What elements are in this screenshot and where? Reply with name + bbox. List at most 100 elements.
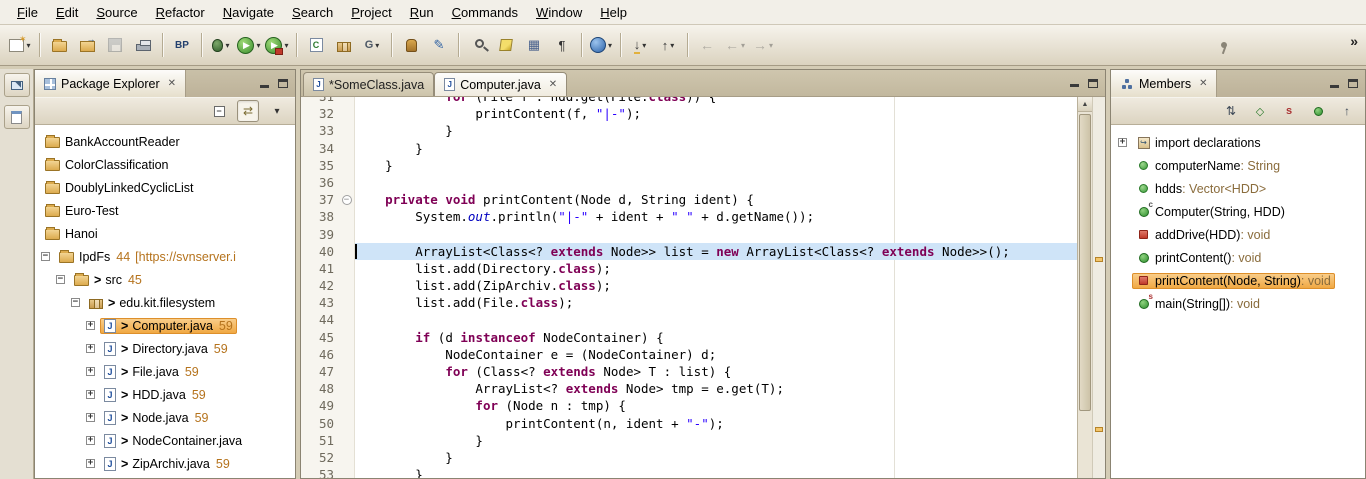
editor-scrollbar[interactable]: ▲ (1077, 97, 1092, 478)
scrollbar-up-arrow[interactable]: ▲ (1078, 97, 1092, 112)
marker-margin[interactable] (301, 380, 309, 397)
code-line[interactable]: 38 System.out.println("|-" + ident + " "… (301, 208, 1077, 225)
marker-margin[interactable] (301, 243, 309, 260)
marker-margin[interactable] (301, 329, 309, 346)
close-icon[interactable]: ✕ (549, 79, 557, 90)
view-menu-button[interactable] (266, 100, 288, 122)
member-item[interactable]: addDrive(HDD) : void (1111, 223, 1365, 246)
code-line[interactable]: 46 NodeContainer e = (NodeContainer) d; (301, 346, 1077, 363)
menu-run[interactable]: Run (401, 1, 443, 23)
dropdown-arrow-icon[interactable]: ▾ (741, 41, 745, 50)
dropdown-arrow-icon[interactable]: ▾ (769, 41, 773, 50)
expander-minus-icon[interactable]: − (71, 298, 80, 307)
pin-editor-button[interactable] (1211, 31, 1237, 59)
toolbar-overflow-chevron[interactable]: » (1350, 33, 1358, 49)
marker-margin[interactable] (301, 432, 309, 449)
editor-tab-computerjava[interactable]: Computer.java✕ (434, 72, 567, 96)
menu-search[interactable]: Search (283, 1, 342, 23)
expander-minus-icon[interactable]: − (56, 275, 65, 284)
dropdown-arrow-icon[interactable]: ▾ (225, 41, 229, 50)
scrollbar-thumb[interactable] (1079, 114, 1091, 411)
code-line[interactable]: 42 list.add(ZipArchiv.class); (301, 277, 1077, 294)
code-line[interactable]: 52 } (301, 449, 1077, 466)
maximize-icon[interactable] (278, 79, 288, 88)
dropdown-arrow-icon[interactable]: ▾ (26, 41, 30, 50)
members-tab[interactable]: Members ✕ (1111, 70, 1217, 97)
tree-item[interactable]: −>src45 (35, 268, 295, 291)
tree-item[interactable]: DoublyLinkedCyclicList (35, 176, 295, 199)
dropdown-arrow-icon[interactable]: ▾ (284, 41, 288, 50)
menu-project[interactable]: Project (342, 1, 400, 23)
collapse-all-button[interactable] (208, 100, 230, 122)
marker-margin[interactable] (301, 466, 309, 478)
code-line[interactable]: 41 list.add(Directory.class); (301, 260, 1077, 277)
code-text[interactable]: for (Class<? extends Node> T : list) { (355, 363, 1077, 380)
expander-plus-icon[interactable]: + (1118, 138, 1127, 147)
expander-plus-icon[interactable]: + (86, 436, 95, 445)
code-text[interactable]: NodeContainer e = (NodeContainer) d; (355, 346, 1077, 363)
marker-margin[interactable] (301, 157, 309, 174)
member-item[interactable]: +import declarations (1111, 131, 1365, 154)
restore-views-button[interactable] (4, 73, 30, 97)
tree-item[interactable]: +>Directory.java59 (35, 337, 295, 360)
tree-item[interactable]: BankAccountReader (35, 130, 295, 153)
mark-occurrences-button[interactable] (493, 31, 519, 59)
tree-item[interactable]: Hanoi (35, 222, 295, 245)
code-line[interactable]: 37− private void printContent(Node d, St… (301, 191, 1077, 208)
code-text[interactable]: ArrayList<? extends Node> tmp = e.get(T)… (355, 380, 1077, 397)
tree-item[interactable]: +>File.java59 (35, 360, 295, 383)
annotation-mark[interactable] (1095, 257, 1103, 262)
close-icon[interactable]: ✕ (168, 78, 176, 89)
dropdown-arrow-icon[interactable]: ▾ (375, 41, 379, 50)
new-folder-button[interactable] (46, 31, 72, 59)
code-text[interactable] (355, 311, 1077, 328)
show-table-button[interactable] (521, 31, 547, 59)
code-line[interactable]: 40 ArrayList<Class<? extends Node>> list… (301, 243, 1077, 260)
tree-item[interactable]: Euro-Test (35, 199, 295, 222)
member-item[interactable]: Computer(String, HDD) (1111, 200, 1365, 223)
link-with-editor-button[interactable] (237, 100, 259, 122)
new-java-package-button[interactable] (331, 31, 357, 59)
menu-source[interactable]: Source (87, 1, 146, 23)
marker-margin[interactable] (301, 415, 309, 432)
marker-margin[interactable] (301, 363, 309, 380)
fold-minus-icon[interactable]: − (342, 195, 352, 205)
member-item[interactable]: printContent(Node, String) : void (1111, 269, 1365, 292)
run-button[interactable]: ▾ (236, 31, 262, 59)
marker-margin[interactable] (301, 105, 309, 122)
menu-window[interactable]: Window (527, 1, 591, 23)
code-line[interactable]: 49 for (Node n : tmp) { (301, 397, 1077, 414)
minimize-icon[interactable] (1330, 79, 1340, 89)
tree-item[interactable]: −IpdFs44[https://svnserver.i (35, 245, 295, 268)
expander-minus-icon[interactable]: − (41, 252, 50, 261)
dropdown-arrow-icon[interactable]: ▾ (642, 41, 646, 50)
debug-button[interactable]: ▾ (208, 31, 234, 59)
code-text[interactable]: ArrayList<Class<? extends Node>> list = … (355, 243, 1077, 260)
expander-plus-icon[interactable]: + (86, 344, 95, 353)
code-text[interactable]: } (355, 449, 1077, 466)
tree-item[interactable]: +>NodeContainer.java (35, 429, 295, 452)
import-button[interactable] (74, 31, 100, 59)
maximize-icon[interactable] (1348, 79, 1358, 88)
member-item[interactable]: printContent() : void (1111, 246, 1365, 269)
code-text[interactable]: if (d instanceof NodeContainer) { (355, 329, 1077, 346)
code-line[interactable]: 53 } (301, 466, 1077, 478)
code-text[interactable] (355, 226, 1077, 243)
search-button[interactable] (465, 31, 491, 59)
menu-commands[interactable]: Commands (443, 1, 527, 23)
code-line[interactable]: 31 for (File f : hdd.get(File.class)) { (301, 97, 1077, 105)
close-icon[interactable]: ✕ (1199, 78, 1207, 89)
tree-item[interactable]: +>Node.java59 (35, 406, 295, 429)
minimize-icon[interactable] (1070, 78, 1080, 88)
marker-margin[interactable] (301, 208, 309, 225)
marker-margin[interactable] (301, 226, 309, 243)
marker-margin[interactable] (301, 277, 309, 294)
dropdown-arrow-icon[interactable]: ▾ (608, 41, 612, 50)
show-whitespace-button[interactable] (549, 31, 575, 59)
code-line[interactable]: 36 (301, 174, 1077, 191)
member-item[interactable]: hdds : Vector<HDD> (1111, 177, 1365, 200)
menu-help[interactable]: Help (591, 1, 636, 23)
generate-button[interactable]: ▾ (359, 31, 385, 59)
expander-plus-icon[interactable]: + (86, 459, 95, 468)
code-text[interactable]: for (File f : hdd.get(File.class)) { (355, 97, 1077, 105)
